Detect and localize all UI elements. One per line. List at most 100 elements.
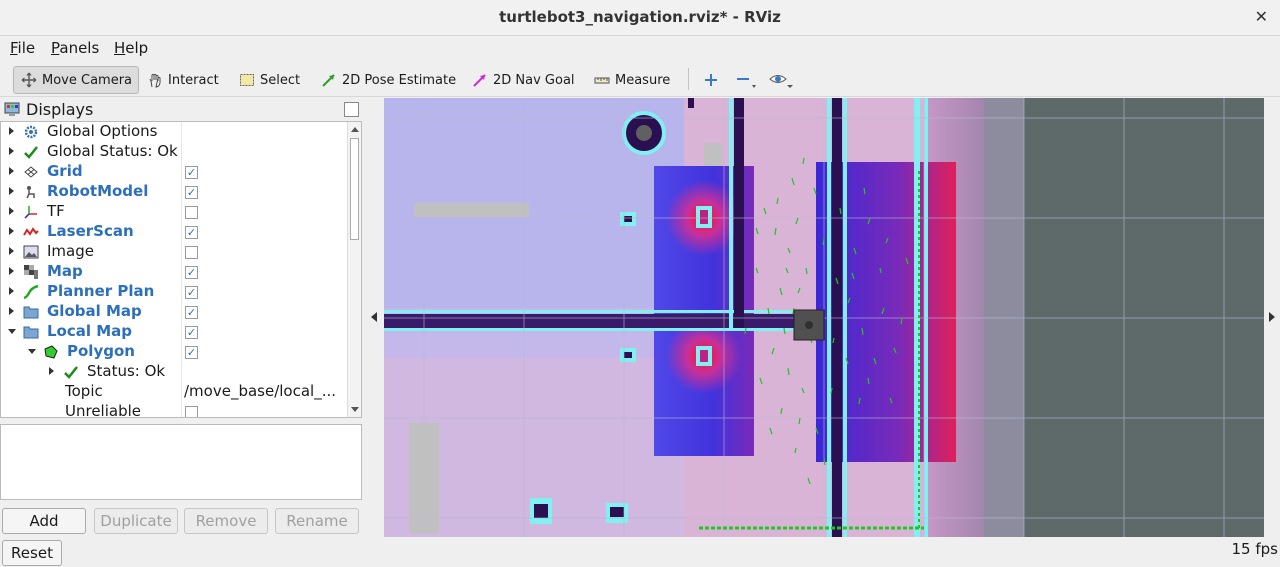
enable-checkbox[interactable]: ✓ [185,286,198,299]
tree-row-polygon[interactable]: Polygon ✓ [1,342,347,362]
menu-panels[interactable]: Panels [51,39,99,57]
3d-viewport[interactable] [384,98,1264,537]
tree-row-global-status[interactable]: Global Status: Ok [1,142,347,162]
float-panel-button[interactable] [344,102,359,117]
tree-row-label: Polygon [67,342,135,360]
tool-2d-nav-goal[interactable]: 2D Nav Goal [465,66,581,94]
expand-arrow-icon[interactable] [9,187,14,195]
collapse-arrow-icon[interactable] [8,329,16,334]
path-icon [23,284,39,300]
enable-checkbox[interactable] [185,206,198,219]
expand-arrow-icon[interactable] [9,287,14,295]
enable-checkbox[interactable]: ✓ [185,346,198,359]
toolbar-separator [688,68,689,90]
check-icon [63,364,79,380]
tree-row-image[interactable]: Image [1,242,347,262]
tool-interact[interactable]: Interact [140,66,225,94]
monitor-icon [4,102,20,120]
tree-row-label: Image [47,242,94,260]
tree-row-tf[interactable]: TF [1,202,347,222]
scroll-thumb[interactable] [350,138,359,240]
collapse-left-icon[interactable] [371,312,377,322]
expand-arrow-icon[interactable] [9,267,14,275]
tree-row-local-map[interactable]: Local Map ✓ [1,322,347,342]
tool-measure[interactable]: Measure [587,66,676,94]
select-box-icon [238,71,256,89]
menu-bar: File Panels Help [0,37,1280,60]
tree-row-topic[interactable]: Topic /move_base/local_... [1,382,347,402]
enable-checkbox[interactable] [185,406,198,417]
fps-readout: 15 fps [1231,540,1278,558]
expand-arrow-icon[interactable] [49,367,54,375]
gear-icon [23,124,39,140]
enable-checkbox[interactable]: ✓ [185,266,198,279]
scroll-up-icon[interactable] [351,127,359,132]
folder-icon [23,324,39,340]
expand-arrow-icon[interactable] [9,127,14,135]
displays-tree[interactable]: Global Options Global Status: Ok Grid ✓ … [0,121,362,418]
tree-row-global-map[interactable]: Global Map ✓ [1,302,347,322]
tree-scrollbar[interactable] [347,122,361,417]
enable-checkbox[interactable]: ✓ [185,306,198,319]
expand-arrow-icon[interactable] [9,207,14,215]
tf-icon [23,204,39,220]
tree-row-label: Unreliable [65,402,141,418]
tool-label: Measure [615,72,671,88]
menu-help[interactable]: Help [114,39,148,57]
expand-arrow-icon[interactable] [9,227,14,235]
menu-file[interactable]: File [10,39,35,57]
expand-arrow-icon[interactable] [9,247,14,255]
collapse-right-icon[interactable] [1269,312,1275,322]
ruler-icon [593,71,611,89]
rename-button[interactable]: Rename [275,508,359,534]
magenta-arrow-icon [471,71,489,89]
tree-row-label: TF [47,202,65,220]
tree-row-unreliable[interactable]: Unreliable [1,402,347,418]
tool-select[interactable]: Select [232,66,306,94]
enable-checkbox[interactable] [185,246,198,259]
expand-arrow-icon[interactable] [9,167,14,175]
tree-row-planner-plan[interactable]: Planner Plan ✓ [1,282,347,302]
check-icon [23,144,39,160]
move-camera-icon [20,71,38,89]
remove-button[interactable]: Remove [184,508,268,534]
tree-row-label: LaserScan [47,222,134,240]
enable-checkbox[interactable]: ✓ [185,166,198,179]
tree-row-robotmodel[interactable]: RobotModel ✓ [1,182,347,202]
expand-arrow-icon[interactable] [9,147,14,155]
enable-checkbox[interactable]: ✓ [185,186,198,199]
tree-row-global-options[interactable]: Global Options [1,122,347,142]
reset-button[interactable]: Reset [2,540,62,566]
left-splitter[interactable] [366,98,384,540]
tool-2d-pose-estimate[interactable]: 2D Pose Estimate [314,66,462,94]
right-splitter[interactable] [1264,98,1280,540]
tree-row-polygon-status[interactable]: Status: Ok [1,362,347,382]
displays-header: Displays [0,98,362,120]
tree-row-grid[interactable]: Grid ✓ [1,162,347,182]
tree-row-label: Global Map [47,302,142,320]
title-bar: turtlebot3_navigation.rviz* - RViz ✕ [0,0,1280,36]
tree-row-map[interactable]: Map ✓ [1,262,347,282]
toolbar: Move Camera Interact Select 2D Pose Esti… [0,61,1280,97]
tree-row-label: Map [47,262,83,280]
close-icon[interactable]: ✕ [1255,7,1268,26]
add-button[interactable]: Add [2,508,86,534]
plus-icon[interactable] [697,66,725,94]
map-icon [23,264,39,280]
tool-move-camera[interactable]: Move Camera [13,66,139,94]
minus-icon[interactable] [729,66,763,94]
tree-row-laserscan[interactable]: LaserScan ✓ [1,222,347,242]
expand-arrow-icon[interactable] [9,307,14,315]
enable-checkbox[interactable]: ✓ [185,226,198,239]
collapse-arrow-icon[interactable] [28,349,36,354]
laser-icon [23,224,39,240]
enable-checkbox[interactable]: ✓ [185,326,198,339]
tree-row-label: Global Status: Ok [47,142,178,160]
topic-value[interactable]: /move_base/local_... [184,382,336,400]
eye-icon[interactable] [762,66,800,94]
tool-label: Select [260,72,301,88]
duplicate-button[interactable]: Duplicate [94,508,178,534]
tool-label: Move Camera [42,72,133,88]
image-icon [23,244,39,260]
scroll-down-icon[interactable] [351,407,359,412]
